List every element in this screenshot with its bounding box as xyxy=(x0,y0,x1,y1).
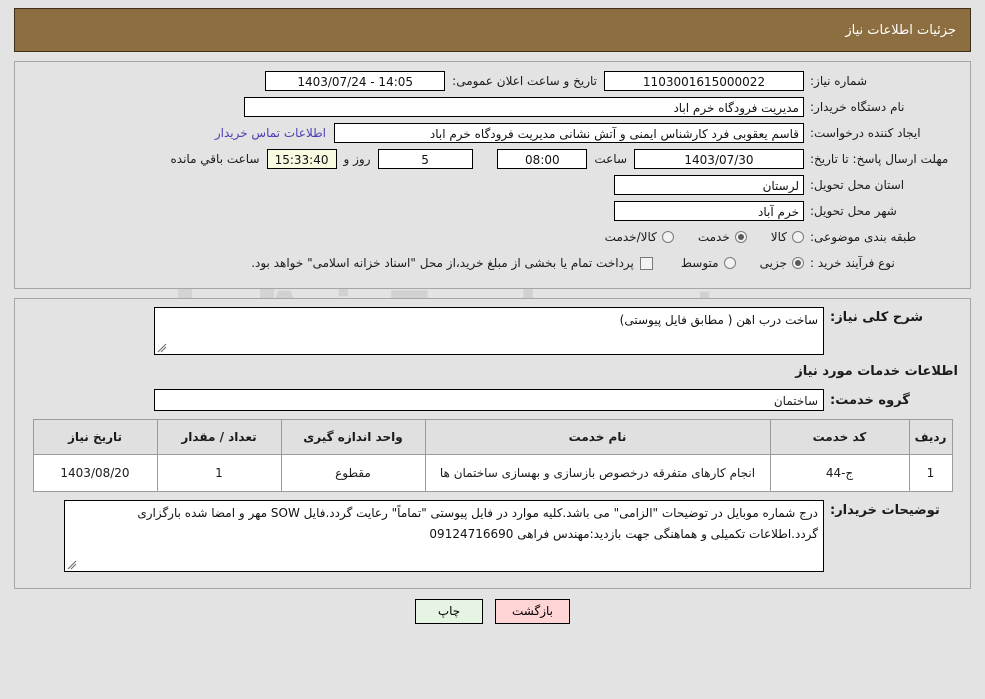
th-service-code: کد خدمت xyxy=(769,419,910,455)
buyer-contact-link[interactable]: اطلاعات تماس خریدار xyxy=(207,126,334,140)
category-option-goods-service-label: کالا/خدمت xyxy=(604,230,657,244)
province-label: استان محل تحویل: xyxy=(810,178,905,192)
remaining-days-value: 5 xyxy=(377,149,473,169)
footer-actions: بازگشت چاپ xyxy=(14,599,971,624)
deadline-date-value: 1403/07/30 xyxy=(634,149,804,169)
resize-grip-icon[interactable] xyxy=(157,343,167,353)
cell-need-date: 1403/08/20 xyxy=(32,454,158,492)
radio-icon[interactable] xyxy=(792,231,804,243)
th-radif: ردیف xyxy=(908,419,953,455)
deadline-hour-label: ساعت xyxy=(594,152,627,166)
city-row: شهر محل تحویل: خرم آباد xyxy=(25,200,960,222)
table-header-row: ردیف کد خدمت نام خدمت واحد اندازه گیری ت… xyxy=(32,419,953,455)
need-details-panel: شرح کلی نیاز: ساخت درب اهن ( مطابق فایل … xyxy=(14,298,971,589)
table-row: 1 ج-44 انجام کارهای متفرقه درخصوص بازساز… xyxy=(32,454,953,492)
page-root: جزئیات اطلاعات نیاز شماره نیاز: 11030016… xyxy=(0,8,985,624)
need-number-row: شماره نیاز: 1103001615000022 تاریخ و ساع… xyxy=(25,70,960,92)
radio-icon[interactable] xyxy=(734,231,747,243)
remaining-countdown-label: ساعت باقي مانده xyxy=(170,152,260,166)
category-radio-group: کالا خدمت کالا/خدمت xyxy=(581,230,804,244)
category-option-service-label: خدمت xyxy=(697,230,730,244)
deadline-row: مهلت ارسال پاسخ: تا تاریخ: 1403/07/30 سا… xyxy=(25,148,960,170)
need-number-label: شماره نیاز: xyxy=(810,74,867,88)
remaining-days-label: روز و xyxy=(343,152,371,166)
process-option-medium-label: متوسط xyxy=(680,256,719,270)
city-value: خرم آباد xyxy=(614,201,804,221)
th-quantity: تعداد / مقدار xyxy=(156,419,282,455)
process-option-minor[interactable]: جزیی xyxy=(760,256,804,270)
general-description-textarea[interactable]: ساخت درب اهن ( مطابق فایل پیوستی) xyxy=(154,307,824,355)
category-option-goods-service[interactable]: کالا/خدمت xyxy=(605,230,674,244)
category-label: طبقه بندی موضوعی: xyxy=(810,230,917,244)
process-row: نوع فرآیند خرید : جزیی متوسط پرداخت تمام… xyxy=(25,252,960,274)
treasury-checkbox-item[interactable]: پرداخت تمام یا بخشی از مبلغ خرید،از محل … xyxy=(251,256,653,270)
checkbox-icon[interactable] xyxy=(639,256,653,270)
buyer-org-row: نام دستگاه خریدار: مدیریت فرودگاه خرم اب… xyxy=(25,96,960,118)
page-title-bar: جزئیات اطلاعات نیاز xyxy=(14,8,971,52)
general-description-label: شرح کلی نیاز: xyxy=(830,310,924,325)
page-title: جزئیات اطلاعات نیاز xyxy=(845,22,956,38)
category-option-goods-label: کالا xyxy=(770,230,787,244)
cell-quantity: 1 xyxy=(156,454,282,492)
radio-icon[interactable] xyxy=(723,257,736,269)
process-radio-group: جزیی متوسط xyxy=(657,256,804,270)
service-group-row: گروه خدمت: ساختمان xyxy=(25,389,960,411)
resize-grip-icon[interactable] xyxy=(67,560,77,570)
buyer-notes-label: توضیحات خریدار: xyxy=(830,503,940,518)
category-row: طبقه بندی موضوعی: کالا خدمت کالا/خدمت xyxy=(25,226,960,248)
category-option-goods[interactable]: کالا xyxy=(771,230,804,244)
process-option-medium[interactable]: متوسط xyxy=(681,256,736,270)
province-row: استان محل تحویل: لرستان xyxy=(25,174,960,196)
service-group-value: ساختمان xyxy=(154,389,824,411)
public-announce-value: 1403/07/24 - 14:05 xyxy=(265,71,446,91)
buyer-org-label: نام دستگاه خریدار: xyxy=(810,100,905,114)
deadline-label: مهلت ارسال پاسخ: تا تاریخ: xyxy=(810,152,949,166)
creator-label: ایجاد کننده درخواست: xyxy=(810,126,921,140)
service-items-table: ردیف کد خدمت نام خدمت واحد اندازه گیری ت… xyxy=(32,419,953,492)
service-group-label: گروه خدمت: xyxy=(830,392,910,408)
need-info-panel: شماره نیاز: 1103001615000022 تاریخ و ساع… xyxy=(14,61,971,289)
cell-service-name: انجام کارهای متفرقه درخصوص بازسازی و بهس… xyxy=(424,454,771,492)
th-need-date: تاریخ نیاز xyxy=(32,419,158,455)
need-number-value: 1103001615000022 xyxy=(604,71,804,91)
treasury-checkbox-label: پرداخت تمام یا بخشی از مبلغ خرید،از محل … xyxy=(251,256,634,270)
city-label: شهر محل تحویل: xyxy=(810,204,897,218)
th-unit: واحد اندازه گیری xyxy=(280,419,426,455)
buyer-notes-textarea[interactable]: درج شماره موبایل در توضیحات "الزامی" می … xyxy=(64,500,824,572)
remaining-countdown-value: 15:33:40 xyxy=(266,149,337,169)
province-value: لرستان xyxy=(614,175,804,195)
general-description-row: شرح کلی نیاز: ساخت درب اهن ( مطابق فایل … xyxy=(25,307,960,355)
print-button[interactable]: چاپ xyxy=(415,599,483,624)
category-option-service[interactable]: خدمت xyxy=(698,230,747,244)
cell-radif: 1 xyxy=(908,454,953,492)
general-description-value: ساخت درب اهن ( مطابق فایل پیوستی) xyxy=(619,313,818,327)
process-option-minor-label: جزیی xyxy=(759,256,787,270)
buyer-notes-row: توضیحات خریدار: درج شماره موبایل در توضی… xyxy=(25,500,960,572)
radio-icon[interactable] xyxy=(661,231,674,243)
back-button[interactable]: بازگشت xyxy=(495,599,570,624)
th-service-name: نام خدمت xyxy=(424,419,771,455)
deadline-hour-value: 08:00 xyxy=(497,149,588,169)
radio-icon[interactable] xyxy=(792,257,804,269)
services-section-title: اطلاعات خدمات مورد نیاز xyxy=(795,364,958,379)
cell-unit: مقطوع xyxy=(280,454,426,492)
service-items-table-head: ردیف کد خدمت نام خدمت واحد اندازه گیری ت… xyxy=(32,419,953,455)
creator-value: قاسم یعقوبی فرد کارشناس ایمنی و آتش نشان… xyxy=(334,123,804,143)
process-label: نوع فرآیند خرید : xyxy=(810,256,895,270)
service-items-table-body: 1 ج-44 انجام کارهای متفرقه درخصوص بازساز… xyxy=(32,454,953,492)
buyer-org-value: مدیریت فرودگاه خرم اباد xyxy=(244,97,804,117)
buyer-notes-value: درج شماره موبایل در توضیحات "الزامی" می … xyxy=(137,506,818,541)
public-announce-label: تاریخ و ساعت اعلان عمومی: xyxy=(452,74,597,88)
creator-row: ایجاد کننده درخواست: قاسم یعقوبی فرد کار… xyxy=(25,122,960,144)
cell-service-code: ج-44 xyxy=(769,454,910,492)
